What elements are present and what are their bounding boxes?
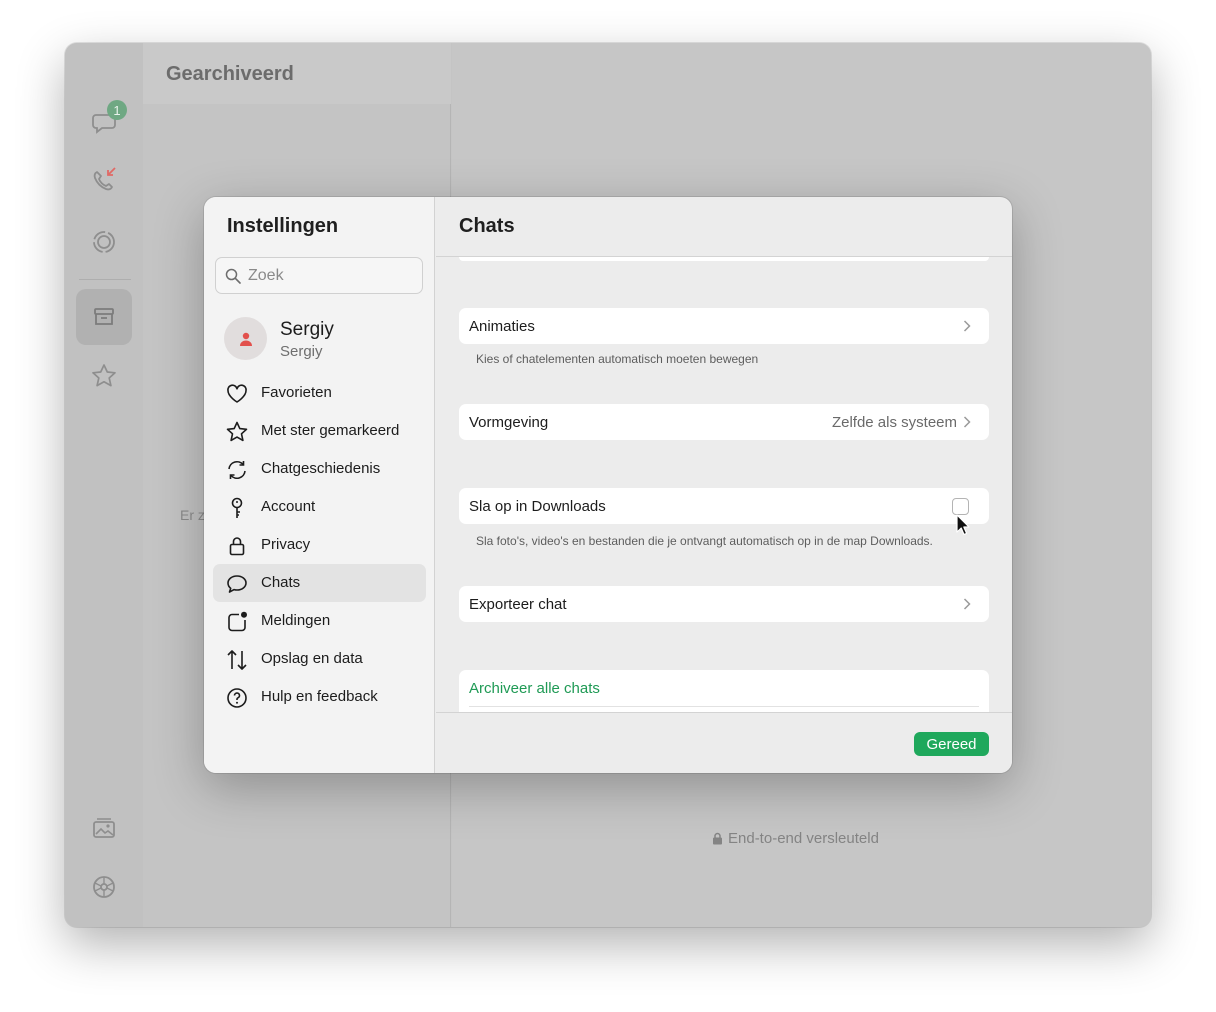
save-downloads-label: Sla op in Downloads xyxy=(469,498,606,515)
chats-settings-panel: Chats Animaties Kies of chatelementen au… xyxy=(436,197,1012,773)
list-header: Gearchiveerd xyxy=(143,43,451,104)
appearance-label: Vormgeving xyxy=(469,414,549,431)
nav-item-met-ster-gemarkeerd[interactable]: Met ster gemarkeerd xyxy=(213,412,426,450)
settings-dialog: Instellingen Sergiy Sergiy Favorieten Me… xyxy=(204,197,1012,773)
animations-label: Animaties xyxy=(469,318,535,335)
settings-icon[interactable] xyxy=(87,870,121,904)
encryption-notice: End-to-end versleuteld xyxy=(712,830,879,847)
help-icon xyxy=(227,688,247,708)
appearance-row[interactable]: Vormgeving Zelfde als systeem xyxy=(459,404,989,440)
up-down-arrows-icon xyxy=(227,650,247,670)
archived-title: Gearchiveerd xyxy=(166,63,294,85)
search-icon xyxy=(225,268,241,284)
nav-item-label: Met ster gemarkeerd xyxy=(261,422,400,439)
nav-item-privacy[interactable]: Privacy xyxy=(213,526,426,564)
save-downloads-hint: Sla foto's, video's en bestanden die je … xyxy=(476,534,933,548)
avatar xyxy=(224,317,267,360)
animations-hint: Kies of chatelementen automatisch moeten… xyxy=(476,352,759,366)
appearance-value: Zelfde als systeem xyxy=(831,414,957,431)
nav-item-label: Hulp en feedback xyxy=(261,688,378,705)
archive-icon[interactable] xyxy=(87,300,121,334)
nav-item-label: Chats xyxy=(261,574,301,591)
notification-icon xyxy=(228,611,247,632)
nav-item-label: Account xyxy=(261,498,316,515)
profile-subtitle: Sergiy xyxy=(280,343,323,360)
encryption-label: End-to-end versleuteld xyxy=(728,830,879,847)
archive-all-chats-row[interactable]: Archiveer alle chats xyxy=(459,670,989,712)
lock-icon xyxy=(229,537,245,556)
previous-card-edge xyxy=(459,257,989,261)
starred-icon[interactable] xyxy=(87,359,121,393)
panel-title: Chats xyxy=(459,215,515,237)
nav-item-hulp-en-feedback[interactable]: Hulp en feedback xyxy=(213,678,426,716)
lock-icon xyxy=(713,832,722,845)
save-downloads-checkbox[interactable] xyxy=(952,498,969,515)
heart-icon xyxy=(227,384,247,403)
search-input[interactable] xyxy=(248,264,418,288)
search-field[interactable] xyxy=(215,257,423,294)
nav-item-label: Privacy xyxy=(261,536,311,553)
mouse-cursor-icon xyxy=(956,514,970,536)
archive-all-chats-label: Archiveer alle chats xyxy=(469,680,600,697)
rail-divider xyxy=(79,279,131,280)
profile-item[interactable]: Sergiy Sergiy xyxy=(204,315,435,365)
settings-sidebar: Instellingen Sergiy Sergiy Favorieten Me… xyxy=(204,197,435,773)
nav-item-chats[interactable]: Chats xyxy=(213,564,426,602)
chevron-right-icon xyxy=(963,416,971,428)
star-icon xyxy=(226,421,248,442)
nav-item-opslag-en-data[interactable]: Opslag en data xyxy=(213,640,426,678)
chevron-right-icon xyxy=(963,598,971,610)
dialog-footer: Gereed xyxy=(436,712,1012,773)
profile-name: Sergiy xyxy=(280,319,334,340)
person-icon xyxy=(239,332,252,346)
nav-item-favorieten[interactable]: Favorieten xyxy=(213,374,426,412)
unread-badge: 1 xyxy=(107,100,127,120)
done-button[interactable]: Gereed xyxy=(914,732,989,756)
sync-icon xyxy=(228,460,246,480)
nav-item-label: Opslag en data xyxy=(261,650,363,667)
row-divider xyxy=(469,706,979,707)
nav-item-label: Favorieten xyxy=(261,384,332,401)
navigation-rail: 1 xyxy=(65,43,143,927)
export-chat-label: Exporteer chat xyxy=(469,596,567,613)
nav-item-meldingen[interactable]: Meldingen xyxy=(213,602,426,640)
media-icon[interactable] xyxy=(87,812,121,846)
nav-item-account[interactable]: Account xyxy=(213,488,426,526)
key-icon xyxy=(231,497,243,518)
nav-item-label: Chatgeschiedenis xyxy=(261,460,381,477)
chat-bubble-icon xyxy=(227,575,247,593)
status-icon[interactable] xyxy=(87,225,121,259)
save-downloads-row[interactable]: Sla op in Downloads xyxy=(459,488,989,524)
export-chat-row[interactable]: Exporteer chat xyxy=(459,586,989,622)
calls-icon[interactable] xyxy=(87,164,121,198)
settings-title: Instellingen xyxy=(227,215,339,237)
nav-item-label: Meldingen xyxy=(261,612,331,629)
animations-row[interactable]: Animaties xyxy=(459,308,989,344)
nav-item-chatgeschiedenis[interactable]: Chatgeschiedenis xyxy=(213,450,426,488)
chevron-right-icon xyxy=(963,320,971,332)
empty-list-text: Er z xyxy=(180,507,205,523)
